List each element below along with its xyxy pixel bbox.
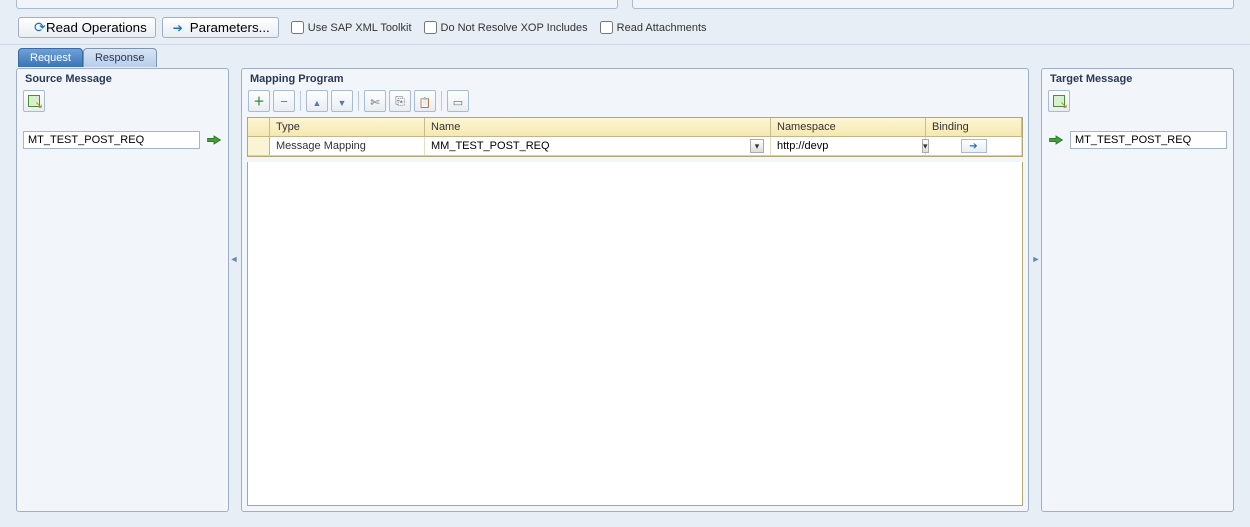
display-icon	[27, 94, 41, 108]
select-all-button[interactable]	[447, 90, 469, 112]
parameters-label: Parameters...	[190, 20, 270, 35]
chk-read-attach[interactable]: Read Attachments	[600, 21, 707, 34]
mapping-toolbar	[242, 88, 1028, 117]
minus-icon	[280, 94, 288, 109]
arrow-right-icon	[171, 21, 185, 35]
source-message-pane: Source Message	[16, 68, 229, 512]
col-name: Name	[425, 118, 771, 136]
tab-response-label: Response	[95, 52, 145, 64]
mapping-body	[247, 162, 1023, 506]
chk-read-attach-box[interactable]	[600, 21, 613, 34]
col-binding: Binding	[926, 118, 1022, 136]
parameters-button[interactable]: Parameters...	[162, 17, 279, 38]
cell-binding[interactable]	[926, 137, 1022, 155]
toolbar-sep-3	[441, 91, 442, 111]
target-message-pane: Target Message	[1041, 68, 1234, 512]
toolbar-sep-2	[358, 91, 359, 111]
select-icon	[453, 94, 463, 109]
display-icon	[1052, 94, 1066, 108]
col-type: Type	[270, 118, 425, 136]
toolbar-sep-1	[300, 91, 301, 111]
refresh-icon	[27, 21, 41, 35]
target-display-button[interactable]	[1048, 90, 1070, 112]
paste-icon	[419, 94, 431, 109]
source-display-button[interactable]	[23, 90, 45, 112]
grid-header: Type Name Namespace Binding	[248, 118, 1022, 137]
chk-sap-xml-box[interactable]	[291, 21, 304, 34]
mapping-body-inner	[248, 162, 1022, 505]
cut-icon	[370, 94, 379, 109]
cell-name[interactable]: ▾	[425, 137, 771, 155]
up-icon	[313, 94, 322, 109]
cut-button[interactable]	[364, 90, 386, 112]
chk-no-xop-box[interactable]	[424, 21, 437, 34]
source-msg-line	[17, 117, 228, 149]
remove-row-button[interactable]	[273, 90, 295, 112]
target-msg-type-field[interactable]	[1070, 131, 1227, 149]
grid-row[interactable]: Message Mapping ▾ ▾	[248, 137, 1022, 156]
chk-sap-xml[interactable]: Use SAP XML Toolkit	[291, 21, 412, 34]
move-down-button[interactable]	[331, 90, 353, 112]
mapping-title: Mapping Program	[242, 69, 1028, 88]
col-namespace: Namespace	[771, 118, 926, 136]
chk-sap-xml-label: Use SAP XML Toolkit	[308, 22, 412, 34]
header-seg-right	[632, 0, 1234, 9]
cell-type[interactable]: Message Mapping	[270, 137, 425, 155]
target-in-arrow-icon	[1048, 133, 1064, 147]
tab-request-label: Request	[30, 52, 71, 64]
cell-name-input[interactable]	[431, 140, 747, 152]
target-toolbar	[1042, 88, 1233, 117]
read-operations-label: Read Operations	[46, 20, 147, 35]
tabbar: Request Response	[0, 45, 1250, 66]
source-title: Source Message	[17, 69, 228, 88]
tab-response[interactable]: Response	[83, 48, 157, 67]
header-strip	[0, 0, 1250, 10]
chk-no-xop-label: Do Not Resolve XOP Includes	[441, 22, 588, 34]
mapping-grid: Type Name Namespace Binding Message Mapp…	[247, 117, 1023, 157]
chk-no-xop[interactable]: Do Not Resolve XOP Includes	[424, 21, 588, 34]
plus-icon	[254, 93, 265, 109]
paste-button[interactable]	[414, 90, 436, 112]
tab-request[interactable]: Request	[18, 48, 83, 67]
add-row-button[interactable]	[248, 90, 270, 112]
splitter-right[interactable]	[1031, 68, 1041, 512]
down-icon	[338, 94, 347, 109]
mapping-program-pane: Mapping Program Type Name Namespace Bind…	[241, 68, 1029, 512]
main-toolbar: Read Operations Parameters... Use SAP XM…	[0, 10, 1250, 45]
row-handle[interactable]	[248, 137, 270, 155]
copy-button[interactable]	[389, 90, 411, 112]
binding-button[interactable]	[961, 139, 987, 153]
source-toolbar	[17, 88, 228, 117]
cell-type-value: Message Mapping	[276, 140, 366, 152]
col-handle	[248, 118, 270, 136]
cell-namespace[interactable]: ▾	[771, 137, 926, 155]
copy-icon	[395, 93, 405, 109]
cell-ns-input[interactable]	[777, 140, 919, 152]
move-up-button[interactable]	[306, 90, 328, 112]
chk-read-attach-label: Read Attachments	[617, 22, 707, 34]
source-out-arrow-icon	[206, 133, 222, 147]
target-msg-line	[1042, 117, 1233, 149]
target-title: Target Message	[1042, 69, 1233, 88]
read-operations-button[interactable]: Read Operations	[18, 17, 156, 38]
source-msg-type-field[interactable]	[23, 131, 200, 149]
splitter-left[interactable]	[229, 68, 239, 512]
header-seg-left	[16, 0, 618, 9]
panes: Source Message Mapping Program	[0, 66, 1250, 522]
cell-name-f4-button[interactable]: ▾	[750, 139, 764, 153]
